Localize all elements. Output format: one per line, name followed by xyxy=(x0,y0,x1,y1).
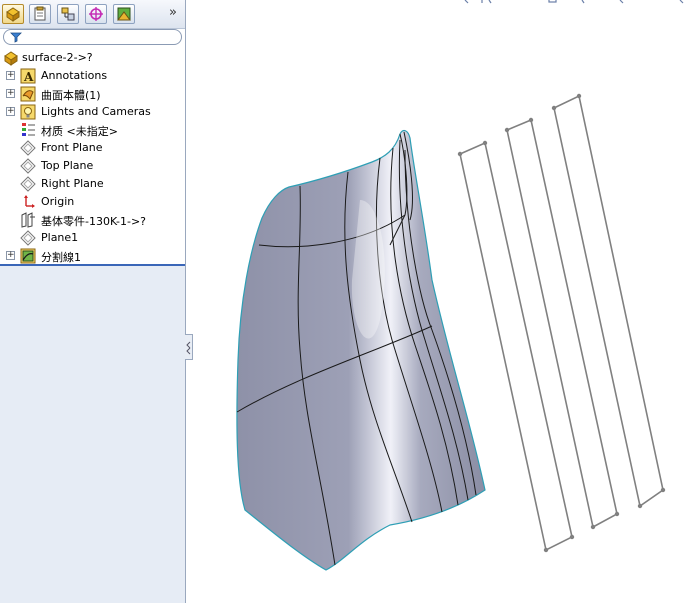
tree-item-label: Top Plane xyxy=(41,159,94,172)
expand-icon[interactable]: + xyxy=(6,89,15,98)
property-manager-tab[interactable] xyxy=(29,4,51,24)
model-viewport[interactable] xyxy=(186,0,693,603)
configuration-manager-tab[interactable] xyxy=(57,4,79,24)
tree-item-right-plane[interactable]: Right Plane xyxy=(0,175,185,193)
expand-icon[interactable]: + xyxy=(6,71,15,80)
feature-manager-tab[interactable] xyxy=(2,4,24,24)
tree-item-top-plane[interactable]: Top Plane xyxy=(0,157,185,175)
tree-item-label: Lights and Cameras xyxy=(41,105,151,118)
tree-item-label: Right Plane xyxy=(41,177,104,190)
graphics-area[interactable] xyxy=(186,0,693,603)
surface-body[interactable] xyxy=(236,129,486,571)
tree-item-split-line[interactable]: + 分割線1 xyxy=(0,247,185,265)
surface-bodies-icon xyxy=(20,86,36,102)
display-manager-tab[interactable] xyxy=(113,4,135,24)
split-line-icon xyxy=(20,248,36,264)
feature-manager-icon xyxy=(6,7,20,22)
base-part-icon xyxy=(21,212,35,228)
filter-icon xyxy=(10,32,22,43)
tree-item-material[interactable]: 材质 <未指定> xyxy=(0,121,185,139)
tree-item-label: 基体零件-130K-1->? xyxy=(41,215,147,228)
plane-icon xyxy=(20,140,36,156)
configuration-manager-icon xyxy=(61,7,75,21)
material-icon xyxy=(22,123,35,136)
tree-item-label: Origin xyxy=(41,195,75,208)
plane-icon xyxy=(20,176,36,192)
plane-icon xyxy=(20,230,36,246)
origin-icon xyxy=(24,195,35,208)
part-icon xyxy=(4,51,18,66)
tree-item-annotations[interactable]: + A Annotations xyxy=(0,67,185,85)
dimxpert-icon xyxy=(89,7,103,21)
toolbar-overflow-button[interactable]: » xyxy=(166,5,180,21)
panel-empty-area xyxy=(0,266,185,603)
tree-item-label: Plane1 xyxy=(41,231,79,244)
tree-root-label: surface-2->? xyxy=(22,51,93,64)
feature-manager-panel: » surface-2->? + A Annotations + 曲面本體(1) xyxy=(0,0,186,603)
tree-item-lights-cameras[interactable]: + Lights and Cameras xyxy=(0,103,185,121)
annotations-icon: A xyxy=(20,68,36,84)
filter-input[interactable] xyxy=(24,31,174,43)
tree-item-surface-bodies[interactable]: + 曲面本體(1) xyxy=(0,85,185,103)
feature-manager-toolbar: » xyxy=(0,0,185,29)
expand-icon[interactable]: + xyxy=(6,251,15,260)
tree-item-plane1[interactable]: Plane1 xyxy=(0,229,185,247)
tree-item-label: 分割線1 xyxy=(41,251,81,264)
property-manager-icon xyxy=(34,6,46,21)
lights-cameras-icon xyxy=(20,104,36,120)
view-toolbar-fragment xyxy=(464,0,684,4)
tree-item-label: 材质 <未指定> xyxy=(41,125,118,138)
dimxpert-tab[interactable] xyxy=(85,4,107,24)
tree-item-front-plane[interactable]: Front Plane xyxy=(0,139,185,157)
tree-item-base-part[interactable]: 基体零件-130K-1->? xyxy=(0,211,185,229)
tree-item-label: Front Plane xyxy=(41,141,103,154)
svg-text:A: A xyxy=(23,70,34,84)
tree-item-label: 曲面本體(1) xyxy=(41,89,101,102)
display-manager-icon xyxy=(117,7,131,21)
tree-filter-field[interactable] xyxy=(3,29,182,45)
expand-icon[interactable]: + xyxy=(6,107,15,116)
tree-root-part[interactable]: surface-2->? xyxy=(0,49,185,67)
tree-item-origin[interactable]: Origin xyxy=(0,193,185,211)
tree-item-label: Annotations xyxy=(41,69,108,82)
sketch-profiles[interactable] xyxy=(459,94,664,552)
plane-icon xyxy=(20,158,36,174)
